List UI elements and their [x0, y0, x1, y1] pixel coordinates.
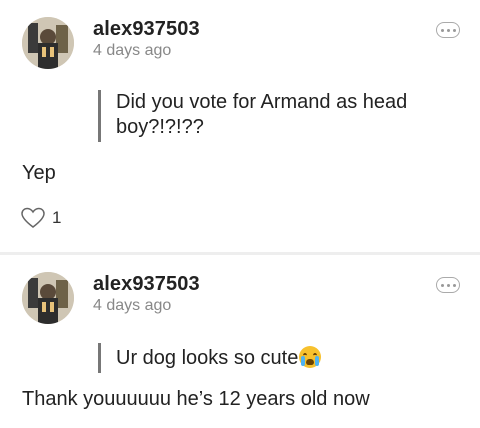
avatar[interactable] [22, 272, 74, 324]
crying-face-emoji [299, 346, 322, 368]
comment-text: Thank youuuuuu he’s 12 years old now [22, 388, 370, 410]
timestamp: 4 days ago [93, 297, 172, 314]
quoted-text-container: Ur dog looks so cute [98, 343, 450, 373]
heart-icon [21, 207, 45, 228]
comment-2: alex937503 4 days ago Ur dog looks so cu… [0, 255, 480, 428]
avatar-image [22, 17, 74, 69]
more-icon[interactable] [436, 277, 460, 293]
quoted-text: Ur dog looks so cute [116, 347, 299, 369]
username[interactable]: alex937503 [93, 273, 200, 296]
comment-1: alex937503 4 days ago Did you vote for A… [0, 0, 480, 252]
quoted-text: Did you vote for Armand as head boy?!?!?… [98, 90, 450, 142]
avatar-image [22, 272, 74, 324]
timestamp: 4 days ago [93, 42, 172, 59]
comment-text: Yep [22, 162, 56, 184]
username[interactable]: alex937503 [93, 18, 200, 41]
more-icon[interactable] [436, 22, 460, 38]
like-button[interactable]: 1 [20, 207, 61, 229]
like-count: 1 [52, 208, 62, 227]
avatar[interactable] [22, 17, 74, 69]
